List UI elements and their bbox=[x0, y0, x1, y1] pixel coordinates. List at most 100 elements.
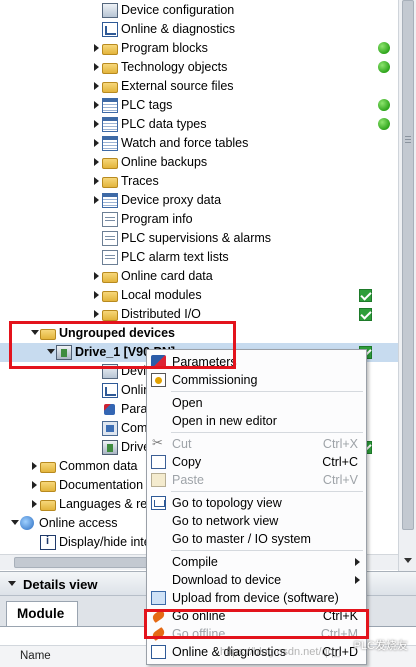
expand-arrow-right-icon[interactable] bbox=[92, 309, 102, 319]
status-ok-dot-icon bbox=[378, 118, 390, 130]
menu-item-go-to-topology-view[interactable]: Go to topology view bbox=[147, 494, 366, 512]
menu-separator bbox=[171, 550, 363, 551]
tree-item[interactable]: Online & diagnostics bbox=[0, 20, 398, 39]
tab-module[interactable]: Module bbox=[6, 601, 78, 626]
status-ok-dot-icon bbox=[378, 61, 390, 73]
expand-arrow-right-icon[interactable] bbox=[92, 81, 102, 91]
status-check-icon bbox=[359, 308, 372, 321]
tree-item-label: Common data bbox=[59, 459, 138, 473]
details-view-title: Details view bbox=[23, 577, 98, 592]
info-icon bbox=[40, 535, 56, 550]
expand-arrow-right-icon[interactable] bbox=[92, 138, 102, 148]
expand-arrow-down-icon[interactable] bbox=[10, 518, 20, 528]
expand-arrow-right-icon[interactable] bbox=[92, 43, 102, 53]
menu-item-go-to-network-view[interactable]: Go to network view bbox=[147, 512, 366, 530]
tree-item[interactable]: Device proxy data bbox=[0, 191, 398, 210]
menu-item-label: Commissioning bbox=[172, 373, 258, 387]
expand-arrow-right-icon[interactable] bbox=[30, 480, 40, 490]
submenu-arrow-icon bbox=[355, 558, 360, 566]
scroll-grip-icon bbox=[405, 136, 411, 144]
menu-item-shortcut: Ctrl+X bbox=[322, 437, 358, 451]
tree-item[interactable]: Online card data bbox=[0, 267, 398, 286]
expand-arrow-right-icon[interactable] bbox=[92, 271, 102, 281]
menu-item-label: Upload from device (software) bbox=[172, 591, 339, 605]
menu-item-commissioning[interactable]: Commissioning bbox=[147, 371, 366, 389]
tree-item[interactable]: PLC data types bbox=[0, 115, 398, 134]
highlight-ungrouped-devices bbox=[9, 321, 236, 369]
collapse-arrow-icon[interactable] bbox=[7, 579, 17, 589]
tree-item-label: Online & diagnostics bbox=[121, 22, 235, 36]
menu-item-label: Cut bbox=[172, 437, 192, 451]
tree-item[interactable]: Technology objects bbox=[0, 58, 398, 77]
tree-item-label: Watch and force tables bbox=[121, 136, 249, 150]
vscroll-thumb[interactable] bbox=[402, 0, 414, 530]
menu-item-open[interactable]: Open bbox=[147, 394, 366, 412]
folder-icon bbox=[40, 462, 56, 473]
tree-item[interactable]: Online backups bbox=[0, 153, 398, 172]
comm-icon bbox=[151, 373, 166, 387]
menu-item-upload-from-device-software[interactable]: Upload from device (software) bbox=[147, 589, 366, 607]
menu-item-go-to-master-io-system[interactable]: Go to master / IO system bbox=[147, 530, 366, 548]
globe-icon bbox=[20, 516, 34, 530]
tree-item[interactable]: Watch and force tables bbox=[0, 134, 398, 153]
status-ok-dot-icon bbox=[378, 99, 390, 111]
expand-arrow-right-icon[interactable] bbox=[30, 499, 40, 509]
tree-item[interactable]: Program blocks bbox=[0, 39, 398, 58]
tree-item[interactable]: PLC supervisions & alarms bbox=[0, 229, 398, 248]
doc-icon bbox=[102, 250, 118, 265]
folder-icon bbox=[40, 500, 56, 511]
expand-arrow-right-icon[interactable] bbox=[92, 62, 102, 72]
cut-icon bbox=[151, 435, 166, 451]
tree-item-label: Online access bbox=[39, 516, 118, 530]
doc-icon bbox=[102, 212, 118, 227]
scroll-down-arrow-icon[interactable] bbox=[402, 555, 414, 567]
expand-arrow-right-icon[interactable] bbox=[92, 119, 102, 129]
diag-icon bbox=[151, 645, 166, 659]
topo-icon bbox=[151, 496, 166, 510]
upload-icon bbox=[151, 591, 166, 605]
copy-icon bbox=[151, 455, 166, 469]
diag-icon bbox=[102, 383, 118, 398]
tree-item-label: Distributed I/O bbox=[121, 307, 201, 321]
tree-vertical-scrollbar[interactable] bbox=[398, 0, 416, 571]
folder-icon bbox=[102, 63, 118, 74]
device-icon bbox=[102, 3, 118, 18]
tree-item[interactable]: Local modules bbox=[0, 286, 398, 305]
folder-icon bbox=[102, 44, 118, 55]
tree-item[interactable]: Program info bbox=[0, 210, 398, 229]
expand-arrow-right-icon[interactable] bbox=[92, 100, 102, 110]
folder-icon bbox=[102, 291, 118, 302]
tree-item[interactable]: Traces bbox=[0, 172, 398, 191]
expand-arrow-right-icon[interactable] bbox=[92, 290, 102, 300]
expand-arrow-right-icon[interactable] bbox=[92, 195, 102, 205]
menu-item-label: Go to topology view bbox=[172, 496, 282, 510]
menu-separator bbox=[171, 432, 363, 433]
expand-arrow-right-icon[interactable] bbox=[92, 157, 102, 167]
menu-item-cut[interactable]: Cut Ctrl+X bbox=[147, 435, 366, 453]
tree-item-label: Device proxy data bbox=[121, 193, 222, 207]
submenu-arrow-icon bbox=[355, 576, 360, 584]
tree-item-label: Online card data bbox=[121, 269, 213, 283]
tree-item[interactable]: PLC tags bbox=[0, 96, 398, 115]
tree-item[interactable]: PLC alarm text lists bbox=[0, 248, 398, 267]
tree-item[interactable]: External source files bbox=[0, 77, 398, 96]
menu-item-copy[interactable]: Copy Ctrl+C bbox=[147, 453, 366, 471]
menu-item-compile[interactable]: Compile bbox=[147, 553, 366, 571]
menu-item-open-in-new-editor[interactable]: Open in new editor bbox=[147, 412, 366, 430]
tree-item-label: External source files bbox=[121, 79, 234, 93]
status-check-icon bbox=[359, 289, 372, 302]
expand-arrow-right-icon[interactable] bbox=[92, 176, 102, 186]
tree-item-label: Local modules bbox=[121, 288, 202, 302]
paste-icon bbox=[151, 473, 166, 487]
diag-icon bbox=[102, 22, 118, 37]
expand-arrow-right-icon[interactable] bbox=[30, 461, 40, 471]
menu-separator bbox=[171, 391, 363, 392]
doc-icon bbox=[102, 231, 118, 246]
menu-item-paste[interactable]: Paste Ctrl+V bbox=[147, 471, 366, 489]
tree-item[interactable]: Device configuration bbox=[0, 1, 398, 20]
cpu-icon bbox=[102, 421, 118, 436]
menu-item-download-to-device[interactable]: Download to device bbox=[147, 571, 366, 589]
status-ok-dot-icon bbox=[378, 42, 390, 54]
folder-icon bbox=[102, 272, 118, 283]
tree-item-label: PLC data types bbox=[121, 117, 207, 131]
